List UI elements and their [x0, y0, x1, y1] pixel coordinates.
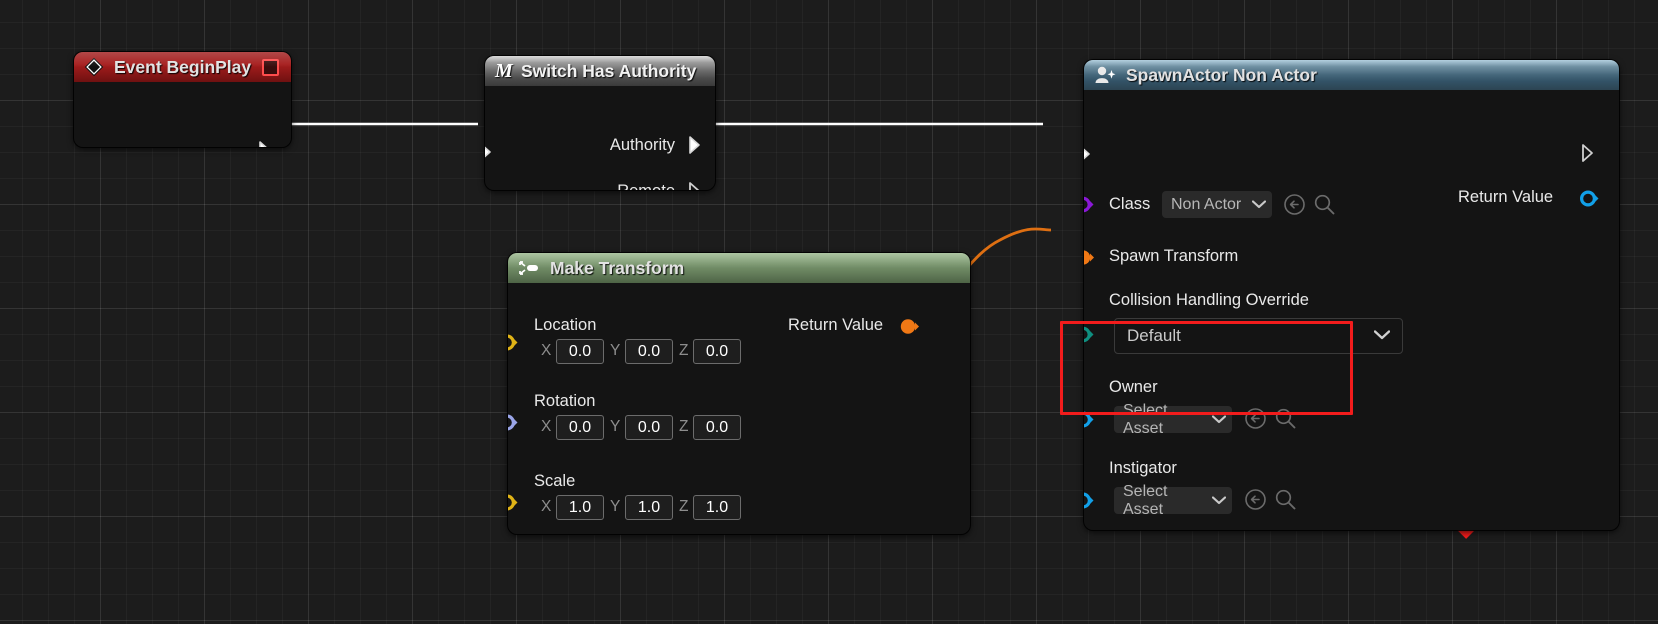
blueprint-graph-canvas[interactable]: Event BeginPlay M Switch Has Authority A… [0, 0, 1658, 624]
pin-label-remote: Remote [617, 182, 675, 190]
input-rotation-y[interactable]: 0.0 [625, 415, 673, 440]
instigator-asset-value: Select Asset [1123, 482, 1168, 518]
event-diamond-icon [84, 57, 104, 77]
chevron-down-icon [1211, 492, 1227, 510]
instigator-reset-to-default-icon[interactable] [1244, 488, 1267, 516]
pin-label-scale: Scale [534, 472, 576, 490]
axis-label-location-y: Y [610, 342, 621, 359]
node-title-bar[interactable]: Make Transform [508, 253, 970, 283]
pin-return-value[interactable] [1580, 190, 1599, 207]
node-title-bar[interactable]: SpawnActor Non Actor [1084, 60, 1619, 90]
multicast-m-icon: M [495, 59, 513, 82]
input-location-x[interactable]: 0.0 [556, 339, 604, 364]
node-spawn-actor-non-actor[interactable]: SpawnActor Non Actor Return Value Class … [1084, 60, 1619, 530]
pin-exec-authority[interactable] [688, 135, 706, 155]
node-event-begin-play[interactable]: Event BeginPlay [74, 52, 291, 147]
browse-asset-search-icon[interactable] [1313, 193, 1336, 221]
axis-label-rotation-y: Y [610, 418, 621, 435]
reset-to-default-icon[interactable] [1283, 193, 1306, 221]
axis-label-scale-x: X [541, 498, 552, 515]
input-scale-y[interactable]: 1.0 [625, 495, 673, 520]
input-scale-z[interactable]: 1.0 [693, 495, 741, 520]
pin-exec-in[interactable] [1084, 144, 1096, 164]
input-rotation-x[interactable]: 0.0 [556, 415, 604, 440]
input-location-z[interactable]: 0.0 [693, 339, 741, 364]
pin-instigator[interactable] [1084, 492, 1094, 509]
pin-location[interactable] [508, 334, 518, 351]
pin-exec-out[interactable] [1581, 143, 1599, 163]
axis-label-scale-y: Y [610, 498, 621, 515]
input-scale-x[interactable]: 1.0 [556, 495, 604, 520]
node-switch-has-authority[interactable]: M Switch Has Authority Authority Remote [485, 56, 715, 190]
node-title-text: SpawnActor Non Actor [1126, 64, 1317, 85]
axis-label-location-x: X [541, 342, 552, 359]
pin-label-location: Location [534, 316, 597, 334]
input-location-y[interactable]: 0.0 [625, 339, 673, 364]
pin-scale[interactable] [508, 494, 518, 511]
node-title-bar[interactable]: Event BeginPlay [74, 52, 291, 82]
node-title-text: Event BeginPlay [114, 56, 252, 77]
instigator-asset-picker[interactable]: Select Asset [1114, 483, 1232, 518]
delegate-badge[interactable] [262, 58, 279, 76]
pin-label-return-value: Return Value [1458, 188, 1554, 206]
pin-label-rotation: Rotation [534, 392, 596, 410]
node-title-bar[interactable]: M Switch Has Authority [485, 56, 715, 86]
node-make-transform[interactable]: Make Transform Return Value Location X 0… [508, 253, 970, 534]
pin-label-authority: Authority [609, 136, 675, 154]
pin-label-spawn-transform: Spawn Transform [1109, 247, 1239, 265]
pin-exec-out[interactable] [258, 140, 276, 147]
pin-label-instigator: Instigator [1109, 459, 1177, 477]
pin-exec-in[interactable] [485, 142, 497, 162]
pin-exec-remote[interactable] [688, 181, 706, 190]
chevron-down-icon [1251, 196, 1267, 214]
pin-class[interactable] [1084, 196, 1094, 213]
axis-label-location-z: Z [679, 342, 689, 359]
pin-return-value[interactable] [900, 318, 919, 335]
axis-label-rotation-x: X [541, 418, 552, 435]
instigator-browse-asset-search-icon[interactable] [1274, 488, 1297, 516]
pin-rotation[interactable] [508, 414, 518, 431]
node-title-text: Make Transform [550, 257, 685, 278]
axis-label-rotation-z: Z [679, 418, 689, 435]
pin-label-return-value: Return Value [788, 316, 884, 334]
spawn-actor-icon [1094, 65, 1116, 85]
make-struct-icon [518, 259, 540, 277]
class-select-value: Non Actor [1171, 195, 1242, 213]
chevron-down-icon [1373, 327, 1391, 345]
pin-label-class: Class [1109, 195, 1151, 213]
class-select-dropdown[interactable]: Non Actor [1162, 191, 1272, 218]
pin-label-collision-handling-override: Collision Handling Override [1109, 291, 1309, 309]
annotation-highlight-box [1060, 321, 1353, 415]
node-title-text: Switch Has Authority [521, 60, 697, 81]
axis-label-scale-z: Z [679, 498, 689, 515]
input-rotation-z[interactable]: 0.0 [693, 415, 741, 440]
pin-spawn-transform[interactable] [1084, 249, 1094, 266]
